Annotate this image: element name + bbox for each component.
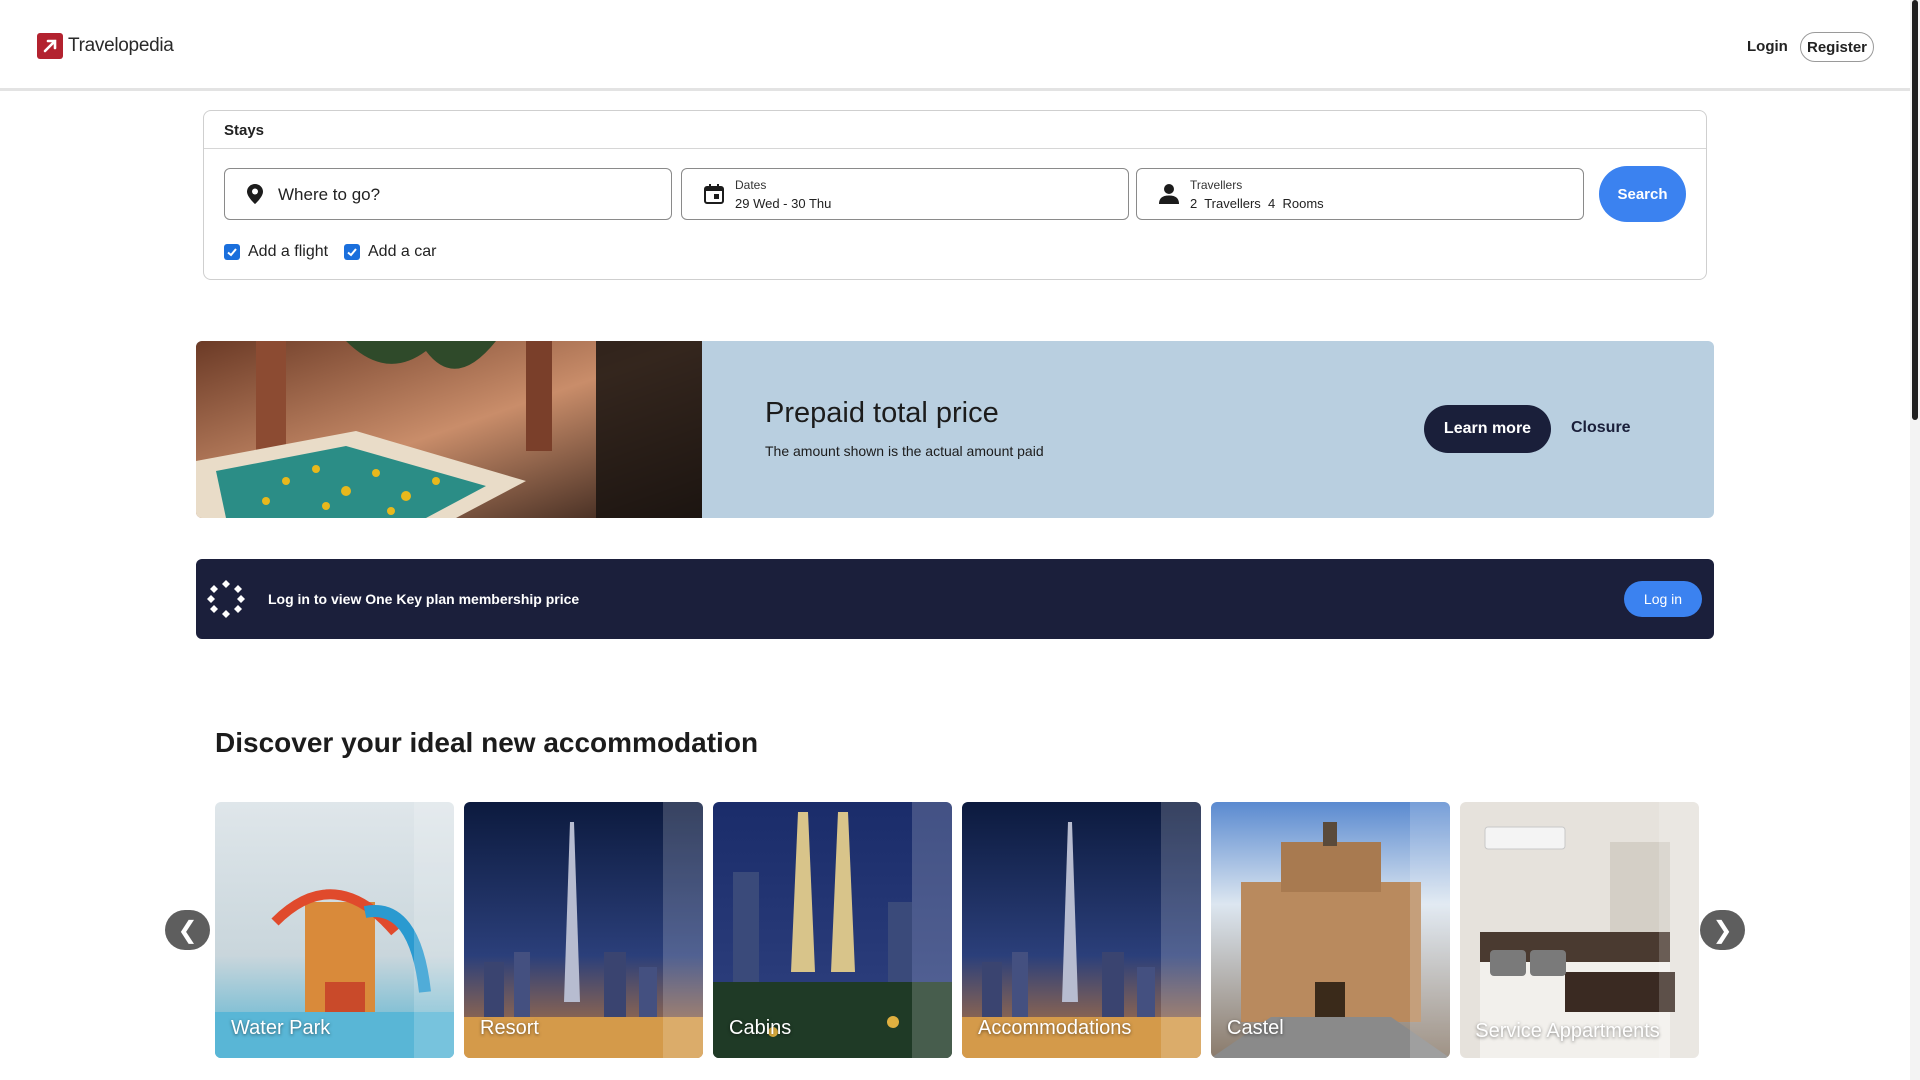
- card-water-park[interactable]: Water Park: [215, 802, 454, 1058]
- card-edge-shade: [1161, 802, 1201, 1058]
- brand-logo[interactable]: Travelopedia: [37, 33, 174, 59]
- card-label: Castel: [1227, 1017, 1284, 1039]
- card-label: Resort: [480, 1017, 539, 1039]
- card-resort[interactable]: Resort: [464, 802, 703, 1058]
- destination-input[interactable]: Where to go?: [224, 168, 672, 220]
- dates-label: Dates: [735, 178, 767, 192]
- one-key-icon: [207, 580, 245, 623]
- card-cabins[interactable]: Cabins: [713, 802, 952, 1058]
- tab-stays[interactable]: Stays: [204, 111, 1706, 149]
- tab-stays-label: Stays: [224, 122, 265, 139]
- card-label: Accommodations: [978, 1017, 1132, 1039]
- page-scrollbar[interactable]: [1910, 0, 1920, 1080]
- closure-button[interactable]: Closure: [1571, 419, 1631, 437]
- prepaid-promo-banner: Prepaid total price The amount shown is …: [196, 341, 1714, 518]
- location-pin-icon: [247, 184, 263, 209]
- card-edge-shade: [663, 802, 703, 1058]
- add-car-label: Add a car: [368, 243, 437, 260]
- top-header: Travelopedia Login Register: [0, 0, 1910, 91]
- dates-value: 29 Wed - 30 Thu: [735, 196, 832, 211]
- search-panel: Stays Where to go? Dates 29 Wed - 30 Thu…: [203, 110, 1707, 280]
- calendar-icon: [704, 184, 724, 209]
- membership-text: Log in to view One Key plan membership p…: [268, 591, 580, 607]
- membership-bar: Log in to view One Key plan membership p…: [196, 559, 1714, 639]
- person-icon: [1159, 184, 1179, 209]
- promo-pool-image: [196, 341, 702, 518]
- search-button[interactable]: Search: [1599, 166, 1686, 222]
- promo-subtitle: The amount shown is the actual amount pa…: [765, 443, 1044, 459]
- login-link[interactable]: Login: [1747, 38, 1788, 55]
- destination-placeholder: Where to go?: [278, 185, 381, 204]
- carousel-next-button[interactable]: ❯: [1700, 910, 1745, 950]
- add-flight-checkbox[interactable]: [224, 244, 240, 260]
- card-service-appartments[interactable]: Service Appartments: [1460, 802, 1699, 1058]
- accommodation-carousel: Water Park Resort Cabins Accommodations …: [215, 802, 1699, 1058]
- dates-field[interactable]: Dates 29 Wed - 30 Thu: [681, 168, 1129, 220]
- card-edge-shade: [912, 802, 952, 1058]
- card-label: Cabins: [729, 1017, 792, 1039]
- scrollbar-thumb[interactable]: [1912, 0, 1918, 420]
- card-edge-shade: [1410, 802, 1450, 1058]
- add-car-option[interactable]: Add a car: [344, 243, 436, 261]
- travellers-field[interactable]: Travellers 2 Travellers 4 Rooms: [1136, 168, 1584, 220]
- member-login-button[interactable]: Log in: [1624, 581, 1702, 617]
- card-label: Service Appartments: [1475, 1020, 1660, 1042]
- travellers-value: 2 Travellers 4 Rooms: [1190, 196, 1324, 211]
- promo-title: Prepaid total price: [765, 397, 999, 429]
- card-accommodations[interactable]: Accommodations: [962, 802, 1201, 1058]
- brand-name: Travelopedia: [68, 35, 174, 56]
- add-car-checkbox[interactable]: [344, 244, 360, 260]
- add-flight-label: Add a flight: [248, 243, 329, 260]
- carousel-prev-button[interactable]: ❮: [165, 910, 210, 950]
- add-flight-option[interactable]: Add a flight: [224, 243, 328, 261]
- brand-arrow-icon: [37, 33, 63, 59]
- register-button[interactable]: Register: [1800, 32, 1874, 62]
- discover-heading: Discover your ideal new accommodation: [215, 727, 759, 758]
- travellers-label: Travellers: [1190, 178, 1243, 192]
- card-label: Water Park: [231, 1017, 331, 1039]
- card-edge-shade: [414, 802, 454, 1058]
- card-castel[interactable]: Castel: [1211, 802, 1450, 1058]
- learn-more-button[interactable]: Learn more: [1424, 405, 1551, 453]
